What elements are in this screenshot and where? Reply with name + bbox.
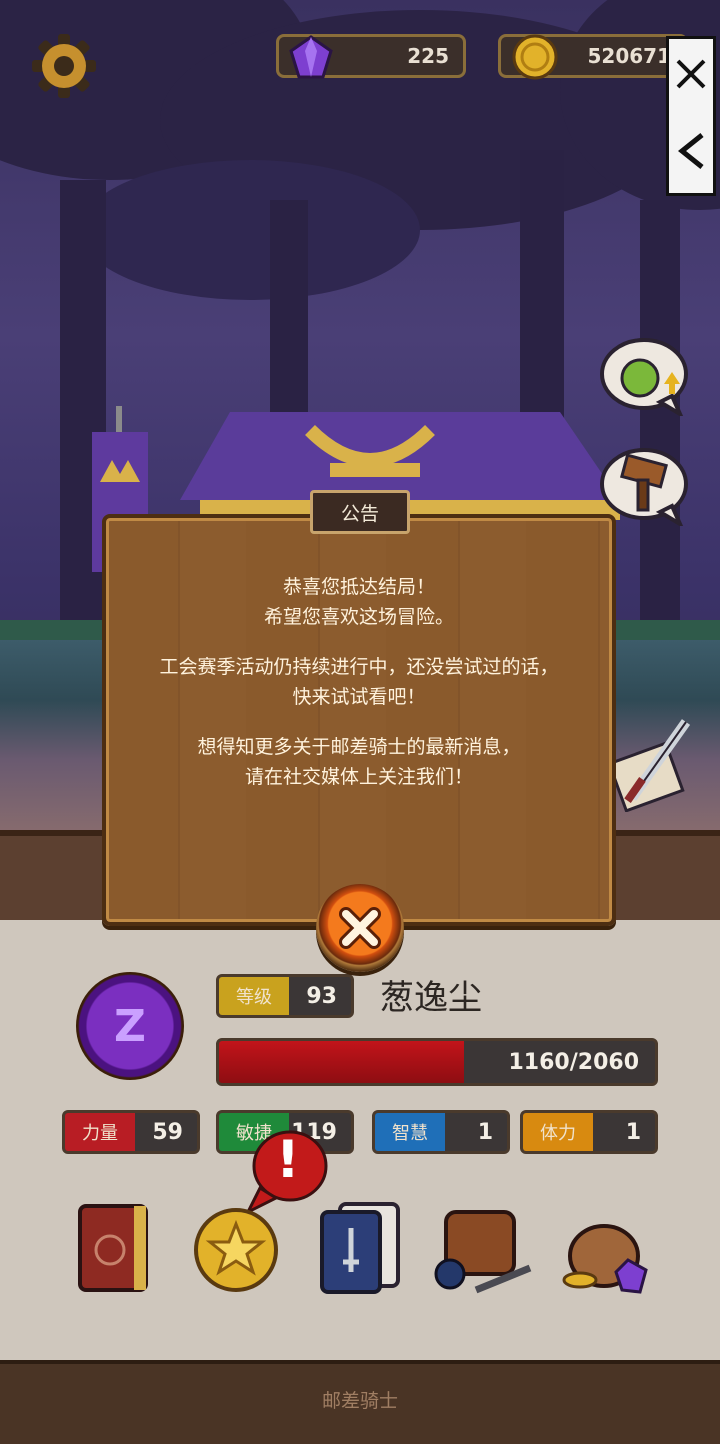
notice-line: 希望您喜欢这场冒险。 (263, 606, 454, 628)
stat-label: 智慧 (375, 1113, 445, 1151)
settings-gear-icon[interactable] (30, 32, 98, 100)
stat-value: 59 (152, 1119, 183, 1145)
gold-coin-icon (511, 33, 559, 86)
gold-counter[interactable]: 520671 (498, 34, 688, 80)
star-coin-icon[interactable] (192, 1200, 282, 1296)
emblem-letter: Z (114, 1000, 146, 1052)
potion-upgrade-icon[interactable] (600, 336, 690, 419)
gold-count: 520671 (587, 44, 672, 68)
stat-box: 力量 59 (62, 1110, 200, 1154)
stat-box: 智慧 1 (372, 1110, 510, 1154)
purple-gem-icon (287, 33, 335, 86)
alert-mark: ! (276, 1130, 300, 1190)
stat-box: 体力 1 (520, 1110, 658, 1154)
stat-label: 力量 (65, 1113, 135, 1151)
gem-count: 225 (407, 44, 449, 68)
treasure-sack-icon[interactable] (560, 1200, 656, 1296)
notice-dialog: 恭喜您抵达结局！ 希望您喜欢这场冒险。 工会赛季活动仍持续进行中，还没尝试过的话… (102, 514, 616, 926)
journal-book-icon[interactable] (70, 1196, 160, 1292)
hammer-craft-icon[interactable] (600, 446, 690, 529)
notice-line: 想得知更多关于邮差骑士的最新消息， (197, 736, 521, 758)
inventory-bag-icon[interactable] (432, 1198, 536, 1294)
stat-value: 1 (477, 1119, 493, 1145)
sword-quest-icon[interactable] (607, 712, 696, 813)
notice-line: 快来试试看吧！ (292, 686, 426, 708)
level-badge: 等级 93 (216, 974, 354, 1018)
hp-fill (219, 1041, 465, 1083)
stat-value: 1 (625, 1119, 641, 1145)
notice-line: 恭喜您抵达结局！ (282, 576, 435, 598)
close-x-icon (339, 907, 381, 949)
character-name: 葱逸尘 (380, 978, 482, 1018)
back-arrow-icon[interactable] (674, 131, 708, 175)
gem-counter[interactable]: 225 (276, 34, 466, 79)
level-label: 等级 (219, 977, 289, 1015)
notice-title: 公告 (310, 490, 410, 534)
guild-emblem[interactable]: Z (76, 972, 184, 1080)
notice-body: 恭喜您抵达结局！ 希望您喜欢这场冒险。 工会赛季活动仍持续进行中，还没尝试过的话… (106, 572, 612, 792)
stat-label: 体力 (523, 1113, 593, 1151)
overlay-controls (666, 36, 716, 196)
brand-footer: 邮差骑士 (321, 1390, 398, 1412)
hp-bar: 1160/2060 (216, 1038, 658, 1086)
close-dialog-button[interactable] (316, 884, 404, 972)
level-value: 93 (306, 983, 337, 1009)
close-x-icon[interactable] (674, 57, 708, 95)
card-deck-icon[interactable] (316, 1198, 406, 1294)
notice-line: 工会赛季活动仍持续进行中，还没尝试过的话， (159, 656, 559, 678)
notice-line: 请在社交媒体上关注我们！ (244, 766, 473, 788)
hp-text: 1160/2060 (508, 1049, 640, 1075)
